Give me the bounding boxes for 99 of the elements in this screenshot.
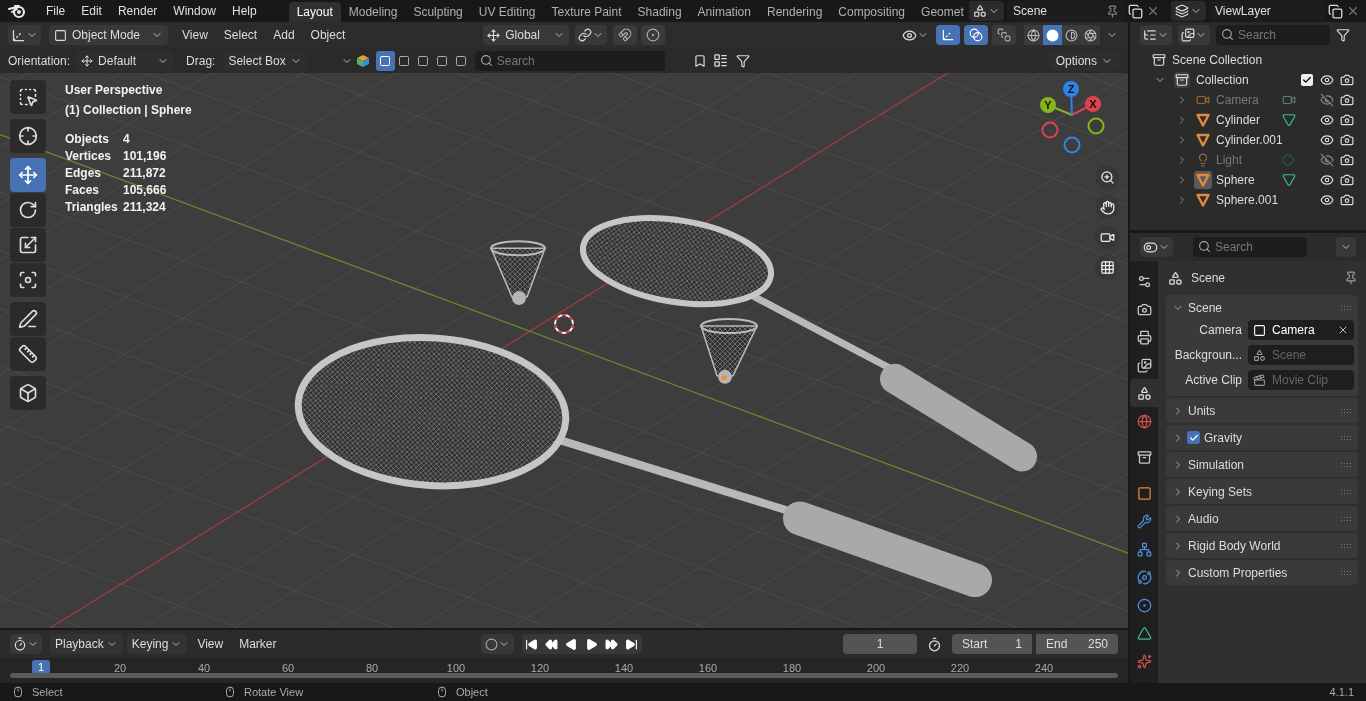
- transform-orientation-dropdown[interactable]: Global: [483, 25, 569, 45]
- menu-item[interactable]: Help: [224, 0, 265, 22]
- context-title: Scene: [1191, 270, 1226, 287]
- workspace-tab[interactable]: Sculpting: [405, 2, 471, 22]
- end-frame-field[interactable]: End 250: [1036, 634, 1118, 654]
- start-frame-field[interactable]: Start 1: [952, 634, 1032, 654]
- outliner-item[interactable]: Cylinder.001: [1216, 131, 1282, 149]
- field-label: End: [1046, 636, 1068, 653]
- workspace-tab[interactable]: Animation: [689, 2, 759, 22]
- stat-value: 4: [123, 131, 131, 148]
- frame-tick-label: 120: [530, 661, 550, 676]
- search-field[interactable]: Search: [1216, 25, 1330, 45]
- view-layer-name-field[interactable]: ViewLayer: [1209, 1, 1325, 21]
- workspace-tab[interactable]: Geomet: [913, 2, 972, 22]
- frame-tick-label: 100: [446, 661, 466, 676]
- field-value: 1: [1015, 636, 1022, 653]
- stat-value: 105,666: [123, 182, 168, 199]
- menu-item[interactable]: Window: [165, 0, 224, 22]
- workspace-tab[interactable]: Compositing: [830, 2, 914, 22]
- field-label: Active Clip: [1184, 372, 1242, 389]
- frame-tick-label: 200: [866, 661, 886, 676]
- outliner-item[interactable]: Sphere.001: [1216, 191, 1282, 209]
- version-label: 4.1.1: [1329, 684, 1354, 700]
- workspace-tab[interactable]: Texture Paint: [543, 2, 630, 22]
- frame-tick-label: 240: [1034, 661, 1054, 676]
- field-placeholder: Movie Clip: [1272, 372, 1329, 389]
- frame-tick-label: 60: [281, 661, 295, 676]
- axis-handle[interactable]: Z: [1063, 81, 1079, 97]
- menu-item[interactable]: View: [191, 635, 230, 653]
- stat-label: Triangles: [65, 199, 119, 216]
- menu-item[interactable]: Render: [109, 0, 166, 22]
- mode-dropdown[interactable]: Object Mode: [49, 25, 169, 45]
- status-hint: Object: [456, 684, 488, 700]
- menu-item[interactable]: Playback: [50, 634, 123, 654]
- stat-value: 101,196: [123, 148, 168, 165]
- field-value: Camera: [1272, 322, 1316, 339]
- panel-title[interactable]: Custom Properties: [1188, 563, 1288, 582]
- panel-title[interactable]: Scene: [1188, 298, 1223, 317]
- menu-item[interactable]: File: [37, 0, 74, 22]
- panel-title[interactable]: Rigid Body World: [1188, 536, 1281, 555]
- panel-title[interactable]: Audio: [1188, 509, 1219, 528]
- view-layer-name: ViewLayer: [1215, 3, 1271, 20]
- stat-label: Faces: [65, 182, 101, 199]
- workspace-tab[interactable]: Rendering: [758, 2, 831, 22]
- panel-title[interactable]: Keying Sets: [1188, 482, 1253, 501]
- active-object-label: (1) Collection | Sphere: [65, 102, 192, 119]
- current-frame-field[interactable]: 1: [843, 634, 917, 654]
- stat-label: Vertices: [65, 148, 113, 165]
- options-button[interactable]: Options: [1048, 50, 1120, 71]
- menu-item[interactable]: View: [174, 26, 216, 44]
- field-value: 250: [1087, 636, 1108, 653]
- workspace-tab[interactable]: UV Editing: [470, 2, 544, 22]
- menu-item[interactable]: Edit: [73, 0, 110, 22]
- frame-tick-label: 220: [950, 661, 970, 676]
- view-name: User Perspective: [65, 82, 164, 99]
- drag-dropdown[interactable]: Select Box: [223, 50, 307, 71]
- menu-item[interactable]: Select: [215, 26, 266, 44]
- stat-value: 211,324: [123, 199, 167, 216]
- outliner-item[interactable]: Cylinder: [1216, 111, 1282, 129]
- menu-item[interactable]: Object: [302, 26, 354, 44]
- panel-title[interactable]: Simulation: [1188, 455, 1245, 474]
- frame-tick-label: 180: [782, 661, 802, 676]
- search-field[interactable]: Search: [474, 50, 665, 71]
- field-label: Camera: [1198, 322, 1242, 339]
- outliner-item[interactable]: Scene Collection: [1172, 51, 1263, 69]
- frame-tick-label: 80: [365, 661, 379, 676]
- field-placeholder: Scene: [1272, 347, 1308, 364]
- panel-title[interactable]: Gravity: [1204, 428, 1242, 447]
- workspace-tab[interactable]: Shading: [629, 2, 690, 22]
- stat-value: 211,872: [123, 165, 167, 182]
- status-hint: Rotate View: [244, 684, 304, 700]
- outliner-item[interactable]: Sphere: [1216, 171, 1282, 189]
- menu-item[interactable]: Keying: [126, 634, 188, 654]
- field-label: Start: [962, 636, 988, 653]
- search-field[interactable]: Search: [1193, 237, 1307, 257]
- menu-item[interactable]: Marker: [233, 635, 283, 653]
- playhead[interactable]: 1: [32, 660, 50, 674]
- orientation-dropdown[interactable]: Default: [76, 50, 175, 71]
- orientation-label: Orientation:: [8, 52, 71, 70]
- menu-item[interactable]: Add: [265, 26, 303, 44]
- workspace-tab[interactable]: Layout: [288, 2, 341, 22]
- frame-tick-label: 160: [698, 661, 718, 676]
- status-hint: Select: [32, 684, 63, 700]
- frame-tick-label: 140: [614, 661, 634, 676]
- axis-handle[interactable]: Y: [1040, 97, 1056, 113]
- panel-title[interactable]: Units: [1188, 401, 1216, 420]
- stat-label: Edges: [65, 165, 102, 182]
- outliner-item[interactable]: Collection: [1196, 71, 1249, 89]
- axis-handle[interactable]: X: [1085, 96, 1101, 112]
- frame-ruler[interactable]: 1 20 40 60 80 100 120 140 160 180 200 220 240: [0, 658, 1128, 683]
- object-field[interactable]: Camera: [1248, 320, 1354, 340]
- frame-tick-label: 20: [113, 661, 127, 676]
- workspace-tab[interactable]: Modeling: [340, 2, 406, 22]
- drag-label: Drag:: [186, 52, 216, 70]
- scene-name: Scene: [1013, 3, 1049, 20]
- field-label: Backgroun...: [1173, 347, 1242, 364]
- frame-tick-label: 40: [197, 661, 211, 676]
- scene-name-field[interactable]: Scene: [1007, 1, 1125, 21]
- stat-label: Objects: [65, 131, 110, 148]
